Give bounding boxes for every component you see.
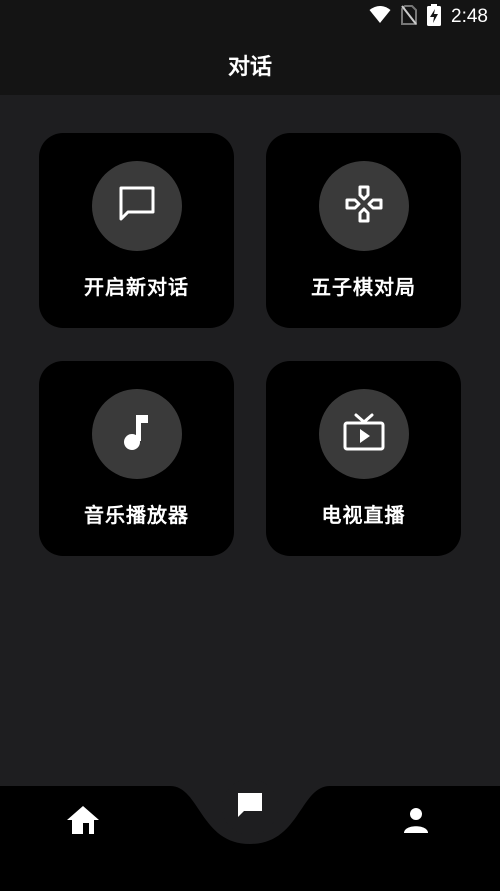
tv-play-icon [342,412,386,456]
wifi-icon [369,6,391,28]
card-label: 电视直播 [321,503,406,527]
page-title: 对话 [227,54,272,80]
card-tv-live[interactable]: 电视直播 [266,361,461,556]
nav-profile-button[interactable] [394,800,438,844]
music-note-icon [122,412,152,456]
card-label: 音乐播放器 [84,503,189,527]
status-bar: 2:48 [0,0,500,34]
card-icon-background [91,389,182,479]
card-label: 五子棋对局 [311,275,416,299]
status-time: 2:48 [451,6,488,27]
card-music-player[interactable]: 音乐播放器 [39,361,234,556]
bottom-navigation [0,779,500,891]
home-icon [66,805,100,839]
chat-bubble-icon [117,184,157,228]
nav-chat-button[interactable] [222,779,278,835]
card-label: 开启新对话 [84,275,189,299]
card-gomoku-match[interactable]: 五子棋对局 [266,133,461,328]
card-new-conversation[interactable]: 开启新对话 [39,133,234,328]
gamepad-icon [345,185,383,227]
person-icon [403,806,429,838]
nav-home-button[interactable] [58,800,108,844]
chat-icon [235,790,265,824]
battery-charging-icon [427,4,442,30]
card-icon-background [318,389,409,479]
card-icon-background [91,161,182,251]
no-sim-icon [401,5,418,29]
card-icon-background [318,161,409,251]
app-header: 对话 [0,34,500,95]
